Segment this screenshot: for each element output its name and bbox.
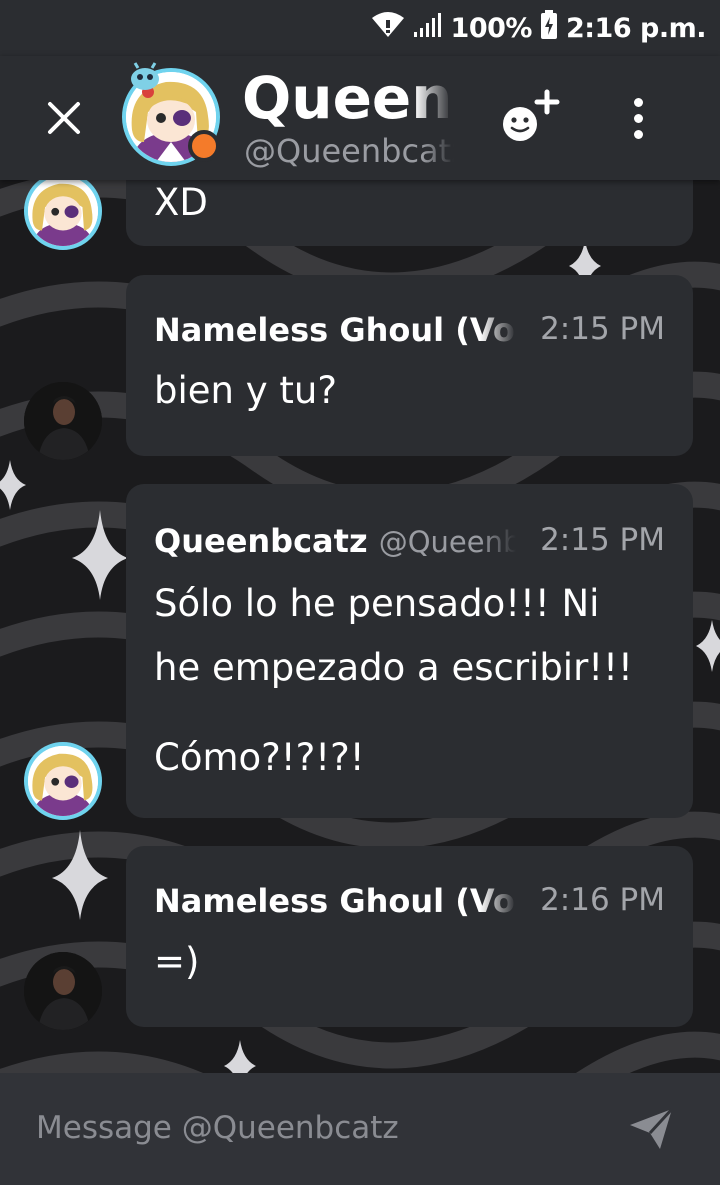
battery-icon — [540, 9, 558, 47]
message-text: Cómo?!?!?! — [154, 736, 365, 779]
message-bubble[interactable]: Nameless Ghoul (Vo 2:15 PM bien y tu? — [126, 275, 693, 456]
message-text: bien y tu? — [154, 369, 337, 412]
message-timestamp: 2:15 PM — [540, 311, 665, 347]
message-header: Nameless Ghoul (Vo 2:15 PM — [154, 311, 665, 351]
avatar[interactable] — [24, 180, 102, 250]
avatar[interactable] — [24, 952, 102, 1030]
more-icon-dot — [633, 129, 643, 139]
author-handle: @Queenbcatz — [378, 525, 516, 559]
message-header: Queenbcatz @Queenbcatz 2:15 PM — [154, 522, 665, 562]
status-bar: 100% 2:16 p.m. — [0, 0, 720, 56]
close-button[interactable] — [32, 86, 96, 150]
message-text: =) — [154, 940, 200, 983]
more-options-button[interactable] — [616, 86, 660, 150]
message-timestamp: 2:16 PM — [540, 882, 665, 918]
close-icon — [48, 102, 80, 134]
message-list[interactable]: XD Nameless Ghoul (Vo 2:15 PM bien y tu? — [0, 180, 720, 1073]
clock: 2:16 p.m. — [565, 12, 707, 44]
more-icon-dot — [633, 97, 643, 107]
avatar[interactable] — [24, 742, 102, 820]
signal-icon — [413, 12, 443, 45]
send-icon — [630, 1107, 674, 1149]
dm-header: Queenbcatz @Queenbcatz — [0, 56, 720, 180]
header-avatar[interactable] — [122, 62, 220, 166]
message-author[interactable]: Queenbcatz @Queenbcatz — [154, 522, 516, 560]
message-text: Sólo lo he pensado!!! Ni — [154, 582, 600, 625]
add-friend-button[interactable] — [498, 86, 566, 150]
message-composer — [0, 1073, 720, 1185]
message-author[interactable]: Nameless Ghoul (Vo — [154, 882, 516, 920]
header-username: Queenbcatz — [242, 64, 452, 132]
header-handle: @Queenbcatz — [244, 132, 454, 170]
message-bubble[interactable]: Queenbcatz @Queenbcatz 2:15 PM Sólo lo h… — [126, 484, 693, 818]
message-input[interactable] — [36, 1103, 576, 1153]
message-header: Nameless Ghoul (Vo 2:16 PM — [154, 882, 665, 922]
message-bubble[interactable]: Nameless Ghoul (Vo 2:16 PM =) — [126, 846, 693, 1027]
message-text: XD — [154, 181, 208, 224]
dm-screen: 100% 2:16 p.m. Queen @Queenbcatz XD Name… — [0, 0, 720, 1185]
presence-indicator — [188, 130, 220, 162]
send-button[interactable] — [626, 1103, 676, 1153]
add-friend-icon — [503, 89, 560, 141]
message-bubble[interactable]: XD — [126, 180, 693, 246]
avatar[interactable] — [24, 382, 102, 460]
more-icon-dot — [633, 113, 643, 123]
message-author[interactable]: Nameless Ghoul (Vo — [154, 311, 516, 349]
message-timestamp: 2:15 PM — [540, 522, 665, 558]
status-icons: 100% 2:16 p.m. — [371, 9, 707, 47]
wifi-icon — [371, 11, 405, 46]
message-text: he empezado a escribir!!! — [154, 646, 633, 689]
battery-percent: 100% — [450, 12, 533, 44]
author-name: Queenbcatz — [154, 522, 368, 560]
